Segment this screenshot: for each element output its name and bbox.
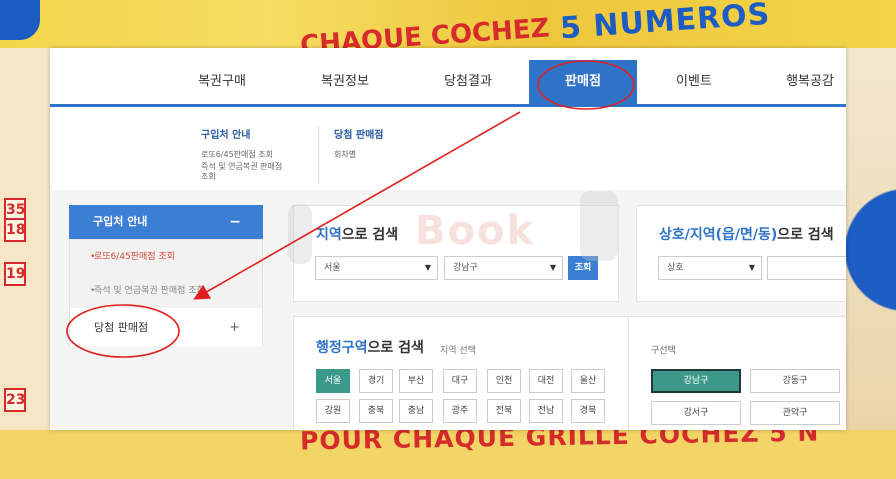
caret-down-icon: ▼ <box>549 263 556 272</box>
bg-right-blue-shape <box>846 150 896 350</box>
bullet-icon: • <box>90 286 96 296</box>
website-panel: 복권구매 복권정보 당첨결과 판매점 이벤트 행복공감 구입처 안내 로또6/4… <box>50 48 846 430</box>
sidebar-item-winning-retailers[interactable]: 당첨 판매점 + <box>70 310 262 346</box>
bullet-icon: • <box>90 252 96 262</box>
bg-left-strip: 35 18 19 23 3 <box>0 48 50 479</box>
submenu-heading-purchase-place[interactable]: 구입처 안내 <box>201 126 250 141</box>
region-button-seoul[interactable]: 서울 <box>316 369 350 393</box>
district-button-gangnam[interactable]: 강남구 <box>651 369 741 393</box>
nav-lottery-purchase[interactable]: 복권구매 <box>168 60 276 104</box>
admin-search-box: 행정구역으로 검색 지역 선택 서울 경기 부산 대구 인천 대전 울산 강원 … <box>293 316 846 430</box>
submenu-link-lotto-retailers[interactable]: 로또6/45판매점 조회 <box>201 150 273 160</box>
caret-down-icon: ▼ <box>424 263 431 272</box>
nav-submenu: 구입처 안내 로또6/45판매점 조회 즉석 및 연금복권 판매점 조회 당첨 … <box>50 110 846 190</box>
collapse-icon: − <box>229 214 241 230</box>
bg-number: 19 <box>4 262 26 286</box>
region-button[interactable]: 대전 <box>529 369 563 393</box>
bg-number: 23 <box>4 388 26 412</box>
region-button[interactable]: 강원 <box>316 399 350 423</box>
district-button[interactable]: 강서구 <box>651 401 741 425</box>
region-button[interactable]: 전남 <box>529 399 563 423</box>
watermark-figure-icon <box>288 204 312 264</box>
district-select[interactable]: 강남구 ▼ <box>444 256 563 280</box>
nav-retailers[interactable]: 판매점 <box>529 60 637 107</box>
region-button[interactable]: 부산 <box>399 369 433 393</box>
submenu-link-by-round[interactable]: 회차별 <box>334 150 356 160</box>
region-select-tag: 지역 선택 <box>440 346 476 356</box>
sidebar-head-label: 구입처 안내 <box>93 215 148 228</box>
sidebar-section-purchase-place[interactable]: 구입처 안내 − <box>69 205 263 239</box>
region-search-title: 지역으로 검색 <box>316 227 399 243</box>
submenu-link-instant-retailers-cont[interactable]: 조회 <box>201 172 216 182</box>
region-button[interactable]: 광주 <box>443 399 477 423</box>
city-select[interactable]: 서울 ▼ <box>315 256 438 280</box>
sidebar-item-instant-retailers[interactable]: • 즉석 및 연금복권 판매점 조회 <box>70 274 262 308</box>
nav-lottery-info[interactable]: 복권정보 <box>291 60 399 104</box>
region-button[interactable]: 전북 <box>487 399 521 423</box>
region-button[interactable]: 충남 <box>399 399 433 423</box>
sidebar-item-lotto-retailers[interactable]: • 로또6/45판매점 조회 <box>70 240 262 274</box>
district-button[interactable]: 강동구 <box>750 369 840 393</box>
region-button[interactable]: 대구 <box>443 369 477 393</box>
submenu-link-instant-retailers[interactable]: 즉석 및 연금복권 판매점 <box>201 162 282 172</box>
sidebar-item-label: 즉석 및 연금복권 판매점 조회 <box>94 286 205 296</box>
submenu-divider <box>318 126 319 184</box>
region-button[interactable]: 울산 <box>571 369 605 393</box>
keyword-input[interactable] <box>767 256 846 280</box>
global-nav: 복권구매 복권정보 당첨결과 판매점 이벤트 행복공감 <box>50 48 846 107</box>
region-button[interactable]: 충북 <box>359 399 393 423</box>
search-type-select[interactable]: 상호 ▼ <box>658 256 762 280</box>
sidebar-item-label: 로또6/45판매점 조회 <box>94 252 176 262</box>
name-search-box: 상호/지역(읍/면/동)으로 검색 상호 ▼ <box>636 205 846 302</box>
caret-down-icon: ▼ <box>748 263 755 272</box>
region-button[interactable]: 경기 <box>359 369 393 393</box>
expand-icon: + <box>229 320 240 335</box>
admin-search-title: 행정구역으로 검색 <box>316 340 424 356</box>
district-select-label: 구선택 <box>651 346 676 356</box>
admin-divider <box>628 317 629 430</box>
region-button[interactable]: 경북 <box>571 399 605 423</box>
watermark-figure-icon <box>580 191 618 261</box>
nav-happiness[interactable]: 행복공감 <box>756 60 846 104</box>
sidebar-item-label: 당첨 판매점 <box>94 321 149 334</box>
nav-winning-results[interactable]: 당첨결과 <box>414 60 522 104</box>
submenu-heading-winning-retailers[interactable]: 당첨 판매점 <box>334 126 383 141</box>
nav-events[interactable]: 이벤트 <box>640 60 748 104</box>
region-button[interactable]: 인천 <box>487 369 521 393</box>
bg-blue-card <box>0 0 40 40</box>
name-search-title: 상호/지역(읍/면/동)으로 검색 <box>659 227 834 243</box>
district-button[interactable]: 관악구 <box>750 401 840 425</box>
bg-number: 18 <box>4 218 26 242</box>
watermark-text: Book <box>415 208 536 254</box>
